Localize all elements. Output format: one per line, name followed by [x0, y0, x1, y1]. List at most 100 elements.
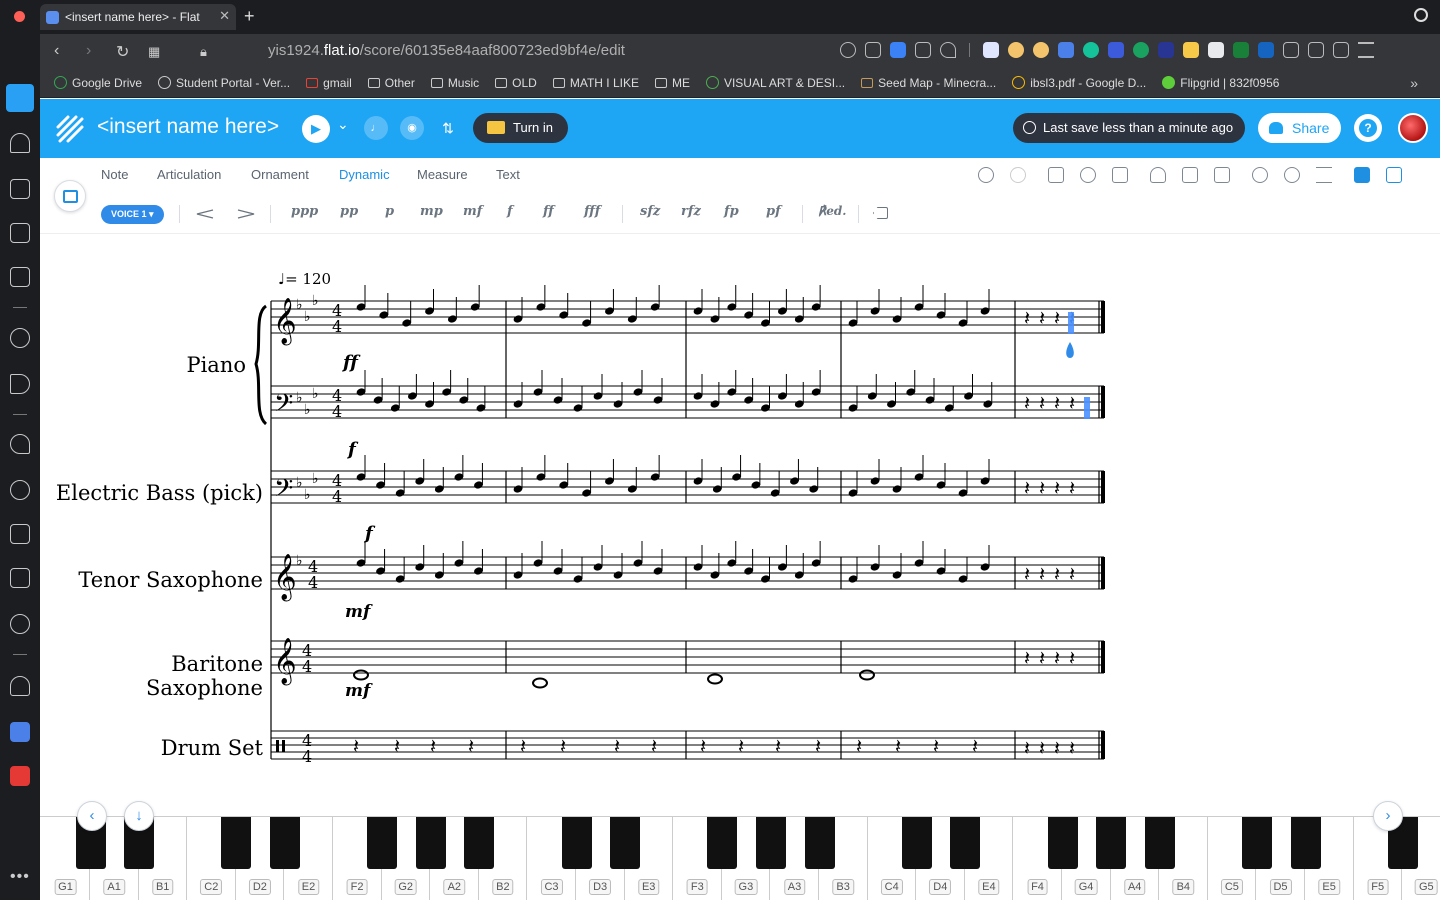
dynamic-mf[interactable]: mf [463, 204, 482, 219]
print-icon[interactable] [1182, 167, 1198, 183]
thumbs-up-icon[interactable] [1183, 42, 1199, 58]
cursor-drop-icon[interactable] [1066, 342, 1074, 358]
list-icon[interactable] [1316, 167, 1332, 183]
score-dynamic-f[interactable]: f [348, 439, 356, 460]
bookmark-gmail[interactable]: gmail [306, 76, 352, 90]
save-extension-icon[interactable] [1208, 42, 1224, 58]
tab-text[interactable]: Text [496, 167, 520, 182]
tab-note[interactable]: Note [101, 167, 128, 182]
close-tab-icon[interactable]: ✕ [219, 8, 230, 24]
reload-icon[interactable]: ↻ [116, 42, 129, 62]
gem-extension-icon[interactable] [983, 42, 999, 58]
chat-extension-icon[interactable] [1133, 42, 1149, 58]
instrument-drum-set[interactable]: Drum Set [50, 736, 263, 760]
audio-extension-icon[interactable] [1108, 42, 1124, 58]
metronome-icon[interactable]: ♩ [364, 116, 388, 140]
bookmark-folder-math[interactable]: MATH I LIKE [552, 76, 639, 90]
delete-dynamic-icon[interactable] [873, 207, 888, 219]
piano-black-key[interactable] [756, 817, 786, 869]
piano-black-key[interactable] [950, 817, 981, 869]
transpose-icon[interactable]: ⇅ [436, 116, 460, 140]
dynamic-rfz[interactable]: rfz [681, 204, 701, 219]
score-canvas[interactable]: 𝄞 𝄢 𝄢 𝄞 𝄞 ♭ ♭ ♭ ♭ ♭ ♭ ♭ ♭ ♭ ♭ 4 4 4 4 4 4 4 4 4 4 4 4 𝄽 𝄽 𝄽 𝄽 𝄽 𝄽 𝄽 𝄽 𝄽 𝄽 𝄽 𝄽 𝄽… [40, 234, 1440, 816]
instrument-electric-bass[interactable]: Electric Bass (pick) [50, 481, 263, 505]
dynamic-mp[interactable]: mp [420, 204, 443, 219]
playback-options-chevron-icon[interactable]: ⌄ [337, 116, 349, 133]
piano-black-key[interactable] [221, 817, 252, 869]
battery-icon[interactable] [1333, 42, 1349, 58]
piano-black-key[interactable] [1290, 817, 1321, 869]
bookmark-folder-old[interactable]: OLD [495, 76, 537, 90]
dynamic-pp[interactable]: pp [340, 204, 358, 219]
cloud-export-icon[interactable] [1150, 167, 1166, 183]
download-icon[interactable] [1308, 42, 1324, 58]
instrument-piano[interactable]: Piano [140, 353, 246, 377]
url-field[interactable]: yis1924.flat.io/score/60135e84aaf800723e… [268, 42, 625, 59]
zoom-in-icon[interactable] [1252, 167, 1268, 183]
selected-rest[interactable] [1068, 312, 1074, 334]
video-icon[interactable] [10, 267, 30, 287]
tab-measure[interactable]: Measure [417, 167, 468, 182]
crescendo-icon[interactable] [196, 209, 214, 219]
play-circle-icon[interactable] [10, 328, 30, 348]
keyboard-scroll-left-button[interactable]: ‹ [77, 801, 107, 831]
close-window-dot[interactable] [14, 11, 25, 22]
owl-extension-icon[interactable] [1008, 42, 1024, 58]
dynamic-ff[interactable]: ff [543, 204, 554, 219]
sheets-extension-icon[interactable] [1233, 42, 1249, 58]
dynamic-sfz[interactable]: sfz [640, 204, 660, 219]
back-icon[interactable]: ‹ [54, 42, 59, 60]
layout-icon[interactable] [1214, 167, 1230, 183]
diminuendo-icon[interactable] [237, 209, 255, 219]
score-title[interactable]: <insert name here> [97, 115, 279, 139]
star-icon[interactable] [10, 133, 30, 153]
tab-articulation[interactable]: Articulation [157, 167, 221, 182]
send-icon[interactable] [10, 374, 30, 394]
cut-icon[interactable] [1080, 167, 1096, 183]
instrument-baritone-sax[interactable]: Baritone Saxophone [50, 652, 263, 700]
forward-icon[interactable]: › [86, 42, 91, 60]
piano-black-key[interactable] [415, 817, 446, 869]
zoom-icon[interactable] [840, 42, 856, 58]
undo-icon[interactable] [978, 167, 994, 183]
piano-black-key[interactable] [1144, 817, 1175, 869]
search-tabs-icon[interactable] [1414, 8, 1428, 22]
piano-black-key[interactable] [707, 817, 738, 869]
owl2-extension-icon[interactable] [1033, 42, 1049, 58]
flat-logo-icon[interactable] [56, 115, 84, 143]
tab-dynamic[interactable]: Dynamic [339, 167, 390, 182]
piano-black-key[interactable] [804, 817, 835, 869]
lightbulb-icon[interactable] [10, 676, 30, 696]
translate-extension-icon[interactable] [1058, 42, 1074, 58]
browser-tab[interactable]: <insert name here> - Flat ✕ [40, 4, 236, 30]
keyboard-scroll-right-button[interactable]: › [1373, 801, 1403, 831]
bookmark-folder-me[interactable]: ME [654, 76, 690, 90]
youtube-app-icon[interactable] [10, 766, 30, 786]
cube-icon[interactable] [1283, 42, 1299, 58]
piano-black-key[interactable] [1096, 817, 1127, 869]
zoom-out-icon[interactable] [1284, 167, 1300, 183]
dynamic-p[interactable]: p [385, 204, 394, 219]
home-icon[interactable] [6, 84, 34, 112]
copy-icon[interactable] [1048, 167, 1064, 183]
piano-black-key[interactable] [464, 817, 495, 869]
tab-ornament[interactable]: Ornament [251, 167, 309, 182]
paste-icon[interactable] [1112, 167, 1128, 183]
more-icon[interactable]: ••• [10, 868, 30, 886]
tabs-grid-icon[interactable]: ▦ [148, 44, 160, 60]
instruments-panel-icon[interactable] [1354, 167, 1370, 183]
help-button[interactable]: ? [1354, 114, 1382, 142]
toggle-piano-keyboard-button[interactable] [54, 180, 86, 212]
translate-app-icon[interactable] [10, 722, 30, 742]
last-save-status[interactable]: Last save less than a minute ago [1013, 113, 1246, 143]
redo-icon[interactable] [1010, 167, 1026, 183]
avatar[interactable] [1398, 113, 1428, 143]
dynamic-pf[interactable]: pf [766, 204, 781, 219]
score-dynamic-ff[interactable]: ff [343, 352, 358, 373]
more-bookmarks-icon[interactable]: » [1410, 75, 1418, 91]
bookmark-ibsl3[interactable]: ibsl3.pdf - Google D... [1012, 76, 1146, 90]
clock-icon[interactable] [10, 480, 30, 500]
heart-icon[interactable] [10, 434, 30, 454]
piano-black-key[interactable] [1242, 817, 1272, 869]
briefcase-icon[interactable] [10, 179, 30, 199]
